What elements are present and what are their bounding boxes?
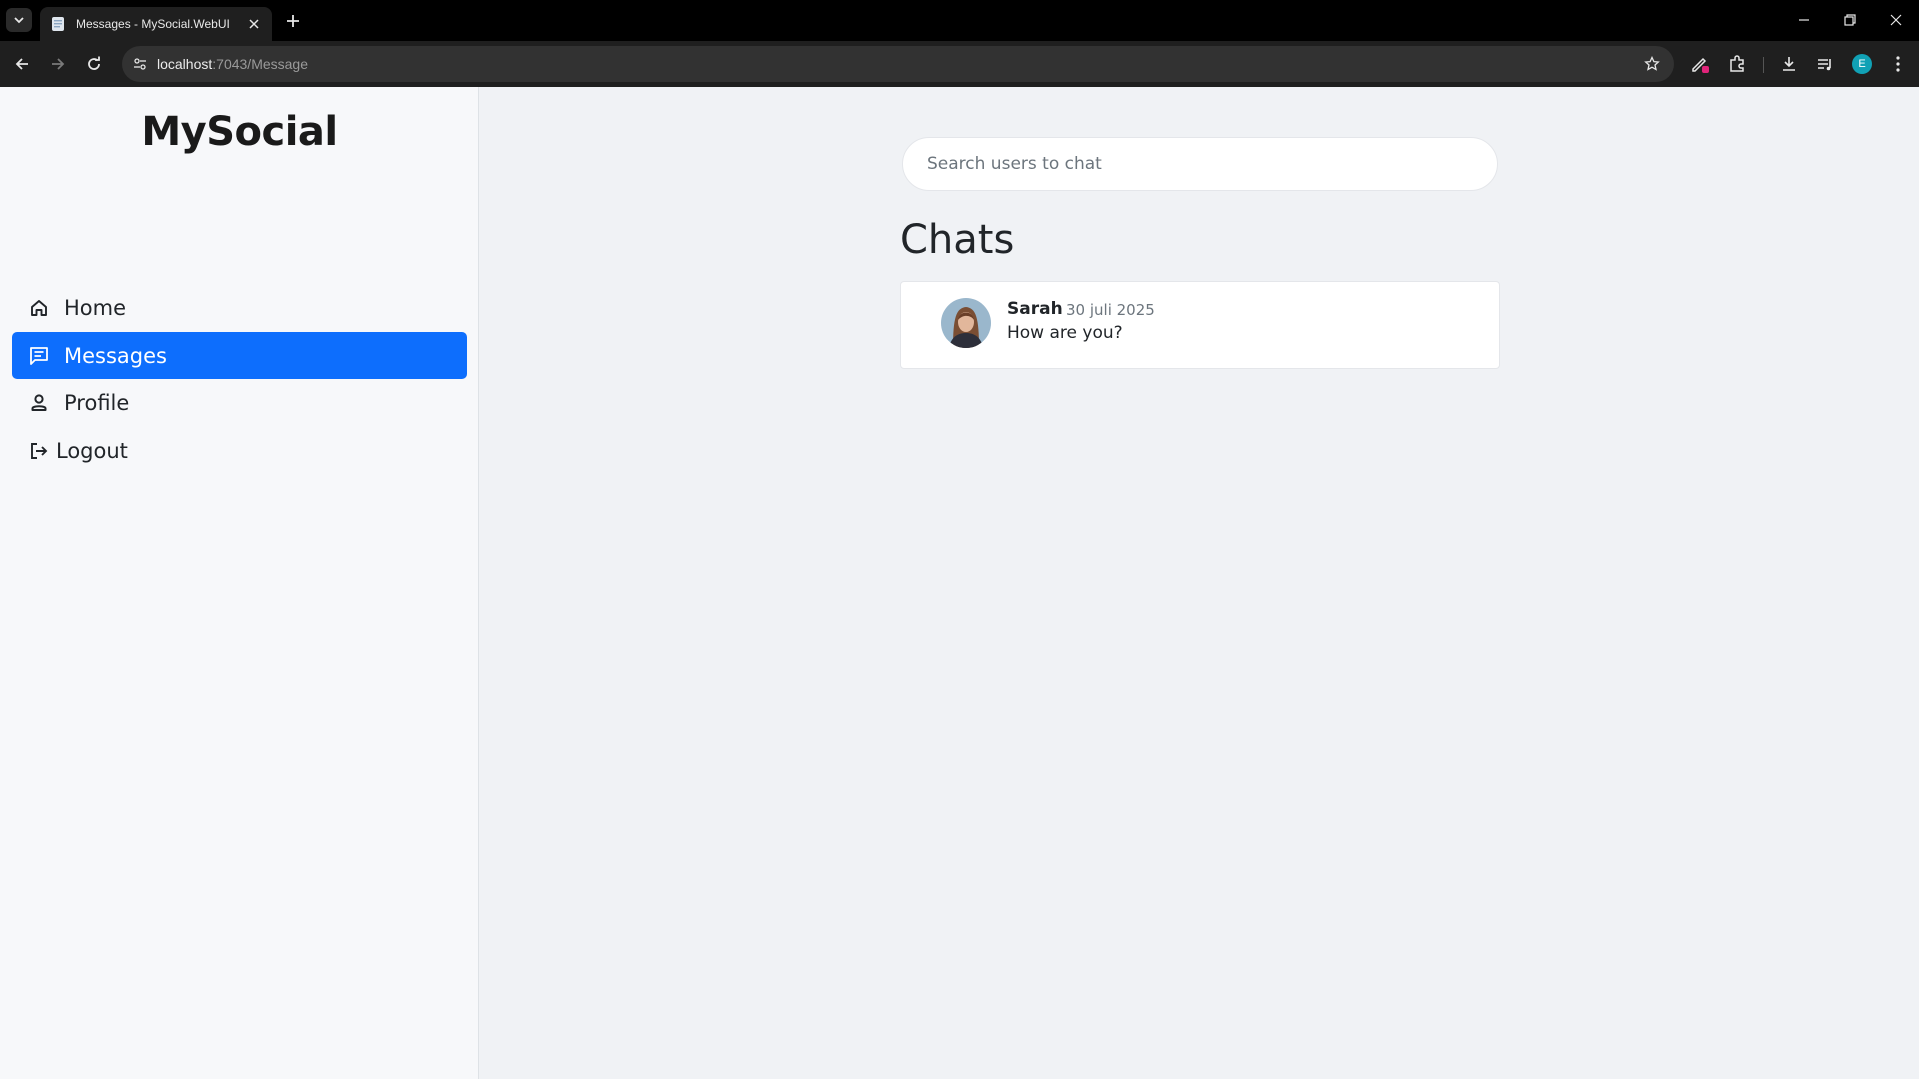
url-text[interactable]: localhost:7043/Message xyxy=(157,56,308,72)
download-icon[interactable] xyxy=(1777,52,1801,76)
tab-title: Messages - MySocial.WebUI xyxy=(76,17,230,31)
page-icon xyxy=(52,17,64,31)
brand-logo[interactable]: MySocial xyxy=(0,109,479,155)
url-path: :7043/Message xyxy=(212,56,308,72)
home-icon xyxy=(28,297,50,319)
url-host: localhost xyxy=(157,56,213,72)
new-tab-button[interactable] xyxy=(282,10,304,32)
edit-extension-icon[interactable] xyxy=(1688,52,1712,76)
profile-initial: E xyxy=(1852,54,1872,74)
arrow-right-icon xyxy=(52,58,65,70)
minimize-button[interactable] xyxy=(1792,8,1816,32)
chat-timestamp: 30 juli 2025 xyxy=(1066,301,1155,319)
chat-list-item[interactable]: Sarah 30 juli 2025 How are you? xyxy=(900,281,1500,369)
restore-button[interactable] xyxy=(1838,8,1862,32)
close-window-button[interactable] xyxy=(1884,8,1908,32)
sidebar-item-label: Logout xyxy=(56,438,128,463)
media-queue-icon[interactable] xyxy=(1813,52,1837,76)
person-icon xyxy=(28,392,50,414)
browser-toolbar: localhost:7043/Message E xyxy=(0,41,1919,87)
address-bar[interactable]: localhost:7043/Message xyxy=(122,46,1674,82)
sidebar: MySocial Home Messages Profile Logout xyxy=(0,87,479,1079)
chat-sender-name: Sarah xyxy=(1007,299,1063,319)
extensions-puzzle-icon[interactable] xyxy=(1725,52,1749,76)
browser-tab-strip: Messages - MySocial.WebUI xyxy=(0,0,1919,41)
profile-avatar-button[interactable]: E xyxy=(1850,52,1874,76)
sidebar-item-label: Profile xyxy=(64,390,130,415)
chat-last-message: How are you? xyxy=(1007,323,1123,343)
main-content: Chats Sarah 30 juli 2025 How are you? xyxy=(479,87,1919,1079)
sidebar-item-profile[interactable]: Profile xyxy=(12,379,467,426)
sidebar-item-logout[interactable]: Logout xyxy=(12,427,467,474)
page-viewport: MySocial Home Messages Profile Logout Se… xyxy=(0,87,1919,1079)
site-info-icon[interactable] xyxy=(130,54,150,74)
restore-icon xyxy=(1844,14,1856,26)
tab-search-button[interactable] xyxy=(6,8,32,32)
browser-tab[interactable]: Messages - MySocial.WebUI xyxy=(40,7,272,41)
close-icon xyxy=(1890,14,1902,26)
forward-button[interactable] xyxy=(46,52,70,76)
chat-icon xyxy=(28,345,50,367)
minimize-icon xyxy=(1799,19,1809,21)
bookmark-star-icon[interactable] xyxy=(1642,54,1662,74)
sidebar-item-label: Messages xyxy=(64,343,167,368)
reload-button[interactable] xyxy=(82,52,106,76)
arrow-left-icon xyxy=(15,58,28,70)
sidebar-item-label: Home xyxy=(64,295,127,320)
plus-icon xyxy=(287,15,299,27)
page-title: Chats xyxy=(900,217,1015,263)
close-icon[interactable] xyxy=(246,16,262,32)
back-button[interactable] xyxy=(10,52,34,76)
chevron-down-icon xyxy=(14,17,24,24)
kebab-menu-icon[interactable] xyxy=(1886,52,1910,76)
logout-icon xyxy=(28,440,50,462)
avatar xyxy=(941,298,991,348)
sidebar-item-messages[interactable]: Messages xyxy=(12,332,467,379)
sidebar-item-home[interactable]: Home xyxy=(12,284,467,331)
toolbar-divider xyxy=(1763,57,1764,73)
reload-icon xyxy=(88,56,100,70)
search-input[interactable] xyxy=(902,137,1498,191)
